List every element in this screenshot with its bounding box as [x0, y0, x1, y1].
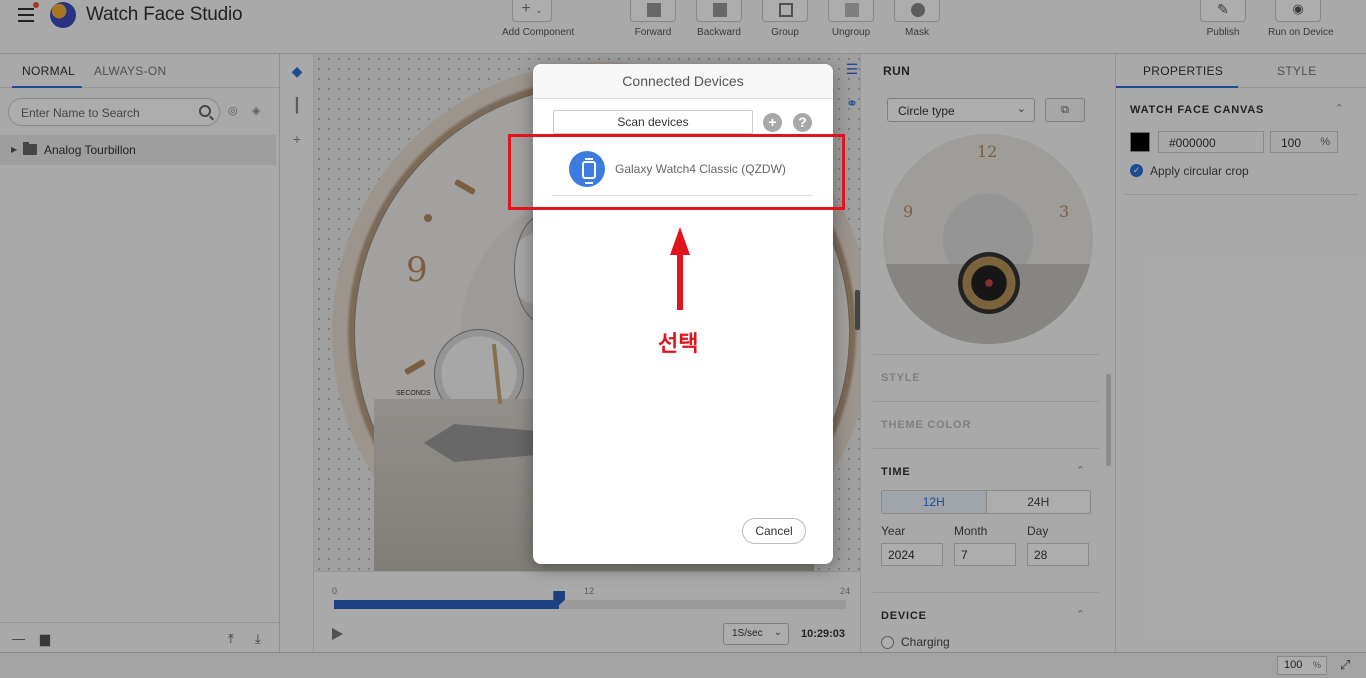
arrow-shaft — [677, 254, 683, 310]
add-device-icon[interactable]: + — [763, 113, 782, 132]
arrow-up-icon — [670, 227, 690, 255]
highlight-box — [508, 134, 845, 210]
cancel-button[interactable]: Cancel — [742, 518, 806, 544]
scan-devices-button[interactable]: Scan devices — [553, 110, 753, 134]
annotation-text: 선택 — [658, 332, 699, 357]
help-icon[interactable]: ? — [793, 113, 812, 132]
dialog-title: Connected Devices — [533, 64, 833, 99]
